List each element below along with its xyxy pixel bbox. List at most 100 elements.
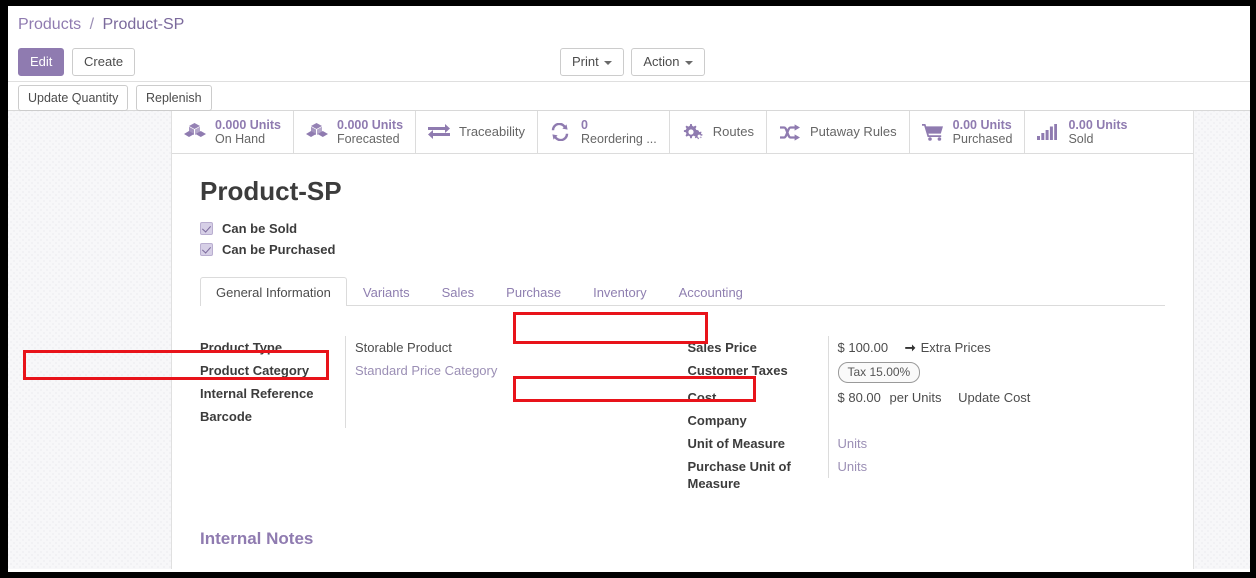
breadcrumb-products-link[interactable]: Products [18,16,81,33]
can-be-sold-label: Can be Sold [222,221,298,236]
exchange-arrows-icon [428,124,451,140]
breadcrumb: Products / Product-SP [18,16,184,33]
field-customer-taxes: Customer Taxes Tax 15.00% [688,359,1166,386]
customer-taxes-label: Customer Taxes [687,363,788,378]
sales-price-label: Sales Price [687,340,757,355]
field-internal-reference: Internal Reference [200,382,678,405]
unit-of-measure-value[interactable]: Units [827,432,1166,455]
stat-label: Reordering ... [581,132,657,146]
cost-value-wrap: $ 80.00 per Units Update Cost [827,386,1166,409]
stat-value: 0.000 Units [215,118,282,132]
stat-button-on-hand[interactable]: 0.000 Units On Hand [172,111,295,153]
bar-chart-icon [1037,124,1059,140]
purchase-unit-of-measure-label: Purchase Unit of Measure [687,459,791,491]
field-company: Company [688,409,1166,432]
field-product-category: Product Category Standard Price Category [200,359,678,382]
company-label: Company [687,413,747,428]
breadcrumb-current: Product-SP [102,16,185,33]
update-cost-link[interactable]: Update Cost [958,389,1030,406]
stat-text: 0.00 Units Purchased [953,118,1013,146]
stat-text: 0.000 Units Forecasted [337,118,403,146]
replenish-button[interactable]: Replenish [135,85,212,111]
product-category-link[interactable]: Standard Price Category [355,363,497,378]
tab-accounting[interactable]: Accounting [663,277,759,306]
stat-button-traceability[interactable]: Traceability [416,111,539,153]
create-button[interactable]: Create [72,48,136,76]
tab-variants[interactable]: Variants [347,277,426,306]
stat-button-routes[interactable]: Routes [669,111,767,153]
barcode-value[interactable] [345,405,678,428]
arrow-right-icon: ➞ [904,340,916,355]
customer-taxes-value-wrap[interactable]: Tax 15.00% [827,359,1166,386]
stat-text: 0.00 Units Sold [1068,118,1127,146]
status-badge[interactable]: Tax 15.00% [837,362,921,383]
stat-value: 0.00 Units [1068,118,1128,132]
purchase-unit-of-measure-value[interactable]: Units [827,455,1166,478]
update-quantity-button[interactable]: Update Quantity [18,85,129,111]
field-unit-of-measure: Unit of Measure Units [688,432,1166,455]
can-be-purchased-checkbox[interactable] [200,243,213,256]
stat-label: Routes [712,123,754,139]
stat-text: 0 Reordering ... [581,118,657,146]
internal-notes-body[interactable] [200,549,1165,569]
action-dropdown-button[interactable]: Action [631,48,705,76]
stat-text: Routes [712,123,754,140]
field-barcode: Barcode [200,405,678,428]
action-label: Action [643,54,680,69]
page-title: Product-SP [200,176,342,206]
field-cost: Cost $ 80.00 per Units Update Cost [688,386,1166,409]
purchase-unit-of-measure-link[interactable]: Units [838,459,868,474]
unit-of-measure-link[interactable]: Units [838,436,868,451]
product-category-value[interactable]: Standard Price Category [345,359,678,382]
can-be-purchased-row: Can be Purchased [200,242,1165,257]
chevron-down-icon [684,60,693,65]
internal-notes-title: Internal Notes [200,529,314,548]
sales-price-value-wrap: $ 100.00 ➞ Extra Prices [827,336,1166,359]
extra-prices-link[interactable]: ➞ Extra Prices [905,339,991,356]
stat-button-sold[interactable]: 0.00 Units Sold [1025,111,1140,153]
product-type-value[interactable]: Storable Product [345,336,678,359]
breadcrumb-separator: / [89,16,95,33]
stat-button-reordering-rules[interactable]: 0 Reordering ... [538,111,670,153]
internal-reference-label: Internal Reference [200,386,314,401]
chevron-down-icon [603,60,612,65]
stat-label: On Hand [215,132,266,146]
cost-label: Cost [687,390,717,405]
shuffle-icon [779,123,801,141]
tab-inventory[interactable]: Inventory [577,277,662,306]
sales-price-value[interactable]: $ 100.00 [838,340,889,355]
unit-of-measure-label: Unit of Measure [687,436,786,451]
cubes-icon [306,123,329,141]
field-purchase-unit-of-measure: Purchase Unit of Measure Units [688,455,1166,495]
sheet-body: Product-SP Can be Sold Can be Purchased … [172,154,1193,569]
internal-reference-value[interactable] [345,382,678,405]
edit-button[interactable]: Edit [18,48,65,76]
secondary-action-bar: Update Quantity Replenish [8,82,1250,111]
stat-buttons-bar: 0.000 Units On Hand 0.000 Units Forecast… [172,111,1193,154]
cost-value[interactable]: $ 80.00 [838,390,881,405]
tab-purchase[interactable]: Purchase [490,277,577,306]
can-be-purchased-label: Can be Purchased [222,242,336,257]
stat-label: Traceability [459,123,526,139]
stat-button-putaway-rules[interactable]: Putaway Rules [766,111,910,153]
tab-sales[interactable]: Sales [426,277,491,306]
stat-button-purchased[interactable]: 0.00 Units Purchased [909,111,1026,153]
form-column-right: Sales Price $ 100.00 ➞ Extra Prices Custo… [688,336,1166,495]
stat-label: Purchased [952,132,1013,146]
stat-label: Putaway Rules [809,123,897,139]
company-value[interactable] [827,409,1166,432]
stat-value: 0.00 Units [952,118,1012,132]
product-category-label: Product Category [200,363,310,378]
odoo-product-form-page: Products / Product-SP Edit Create Print … [8,6,1250,572]
tab-general-information[interactable]: General Information [200,277,347,306]
form-column-left: Product Type Storable Product Product Ca… [200,336,678,495]
stat-label: Sold [1068,132,1094,146]
general-information-form: Product Type Storable Product Product Ca… [200,336,1165,495]
shopping-cart-icon [921,123,944,141]
stat-label: Forecasted [337,132,400,146]
can-be-sold-checkbox[interactable] [200,222,213,235]
stat-value: 0 [581,118,588,132]
stat-button-forecasted[interactable]: 0.000 Units Forecasted [294,111,417,153]
print-dropdown-button[interactable]: Print [560,48,624,76]
cubes-icon [184,123,206,141]
